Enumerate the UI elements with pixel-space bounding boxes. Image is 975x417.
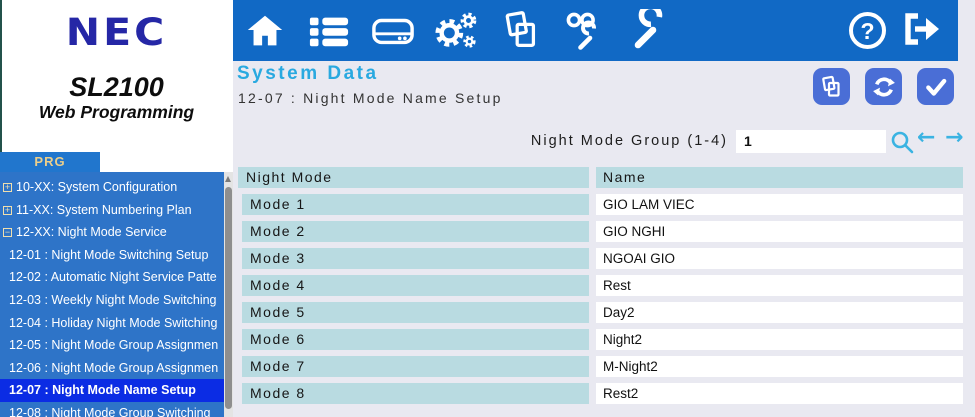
menu-list-icon[interactable] [306,8,352,53]
sidebar-scrollbar[interactable] [224,172,233,417]
mode-label: Mode 2 [242,221,589,242]
name-field[interactable]: M-Night2 [596,356,963,377]
sidebar-item-12-05[interactable]: 12-05 : Night Mode Group Assignmen [0,334,224,357]
name-field[interactable]: Day2 [596,302,963,323]
service-tools-icon[interactable] [562,8,608,53]
previous-arrow-icon[interactable]: ← [917,125,935,150]
help-icon[interactable]: ? [849,12,886,49]
next-arrow-icon[interactable]: → [945,125,963,150]
scroll-up-arrow-icon[interactable] [225,176,231,182]
sidebar-item-12-04[interactable]: 12-04 : Holiday Night Mode Switching [0,312,224,335]
sidebar-item-12-03[interactable]: 12-03 : Weekly Night Mode Switching [0,289,224,312]
sidebar-item-label: 11-XX: System Numbering Plan [16,203,192,217]
scrollbar-thumb[interactable] [225,187,232,409]
copy-button[interactable] [813,68,850,105]
column-header-name: Name [596,167,963,188]
sidebar-item-12xx[interactable]: −12-XX: Night Mode Service [0,221,224,244]
toolbar-icon-group [242,8,672,53]
copy-pages-icon[interactable] [498,8,544,53]
sidebar-menu: +10-XX: System Configuration +11-XX: Sys… [0,172,233,417]
sidebar-item-label: 10-XX: System Configuration [16,180,177,194]
sidebar-item-12-02[interactable]: 12-02 : Automatic Night Service Patte [0,266,224,289]
mode-label: Mode 3 [242,248,589,269]
name-field[interactable]: Night2 [596,329,963,350]
settings-gears-icon[interactable] [434,8,480,53]
wrench-icon[interactable] [626,8,672,53]
name-field[interactable]: GIO NGHI [596,221,963,242]
sidebar-item-12-01[interactable]: 12-01 : Night Mode Switching Setup [0,244,224,267]
mode-label: Mode 1 [242,194,589,215]
night-mode-group-input[interactable]: 1 [736,130,886,153]
name-field[interactable]: Rest2 [596,383,963,404]
mode-label: Mode 7 [242,356,589,377]
search-icon[interactable] [890,130,915,155]
sidebar-item-label: 12-XX: Night Mode Service [16,225,167,239]
logout-icon[interactable] [900,10,944,50]
sidebar-item-12-08[interactable]: 12-08 : Night Mode Group Switching [0,402,224,417]
apply-check-button[interactable] [917,68,954,105]
nec-logo: NEC [0,10,233,54]
column-header-night-mode: Night Mode [238,167,589,188]
action-buttons [813,68,954,105]
expand-plus-icon[interactable]: + [3,183,12,192]
page-title: System Data [237,63,379,85]
mode-label: Mode 4 [242,275,589,296]
mode-label: Mode 8 [242,383,589,404]
web-programming-label: Web Programming [0,102,233,123]
toolbar-right-group: ? [849,10,944,50]
top-toolbar: ? [233,0,958,61]
refresh-button[interactable] [865,68,902,105]
home-icon[interactable] [242,8,288,53]
name-field[interactable]: NGOAI GIO [596,248,963,269]
name-field[interactable]: Rest [596,275,963,296]
collapse-minus-icon[interactable]: − [3,228,12,237]
mode-label: Mode 6 [242,329,589,350]
sidebar-item-11xx[interactable]: +11-XX: System Numbering Plan [0,199,224,222]
sidebar-item-10xx[interactable]: +10-XX: System Configuration [0,176,224,199]
left-panel: NEC SL2100 Web Programming PRG +10-XX: S… [0,0,233,417]
expand-plus-icon[interactable]: + [3,206,12,215]
model-name: SL2100 [0,72,233,103]
name-field[interactable]: GIO LAM VIEC [596,194,963,215]
storage-drive-icon[interactable] [370,8,416,53]
page-subtitle: 12-07 : Night Mode Name Setup [238,90,503,106]
sidebar-item-12-07-selected[interactable]: 12-07 : Night Mode Name Setup [0,379,224,402]
prg-tab[interactable]: PRG [0,152,100,172]
night-mode-group-label: Night Mode Group (1-4) [480,133,728,149]
sidebar-item-12-06[interactable]: 12-06 : Night Mode Group Assignmen [0,357,224,380]
mode-label: Mode 5 [242,302,589,323]
